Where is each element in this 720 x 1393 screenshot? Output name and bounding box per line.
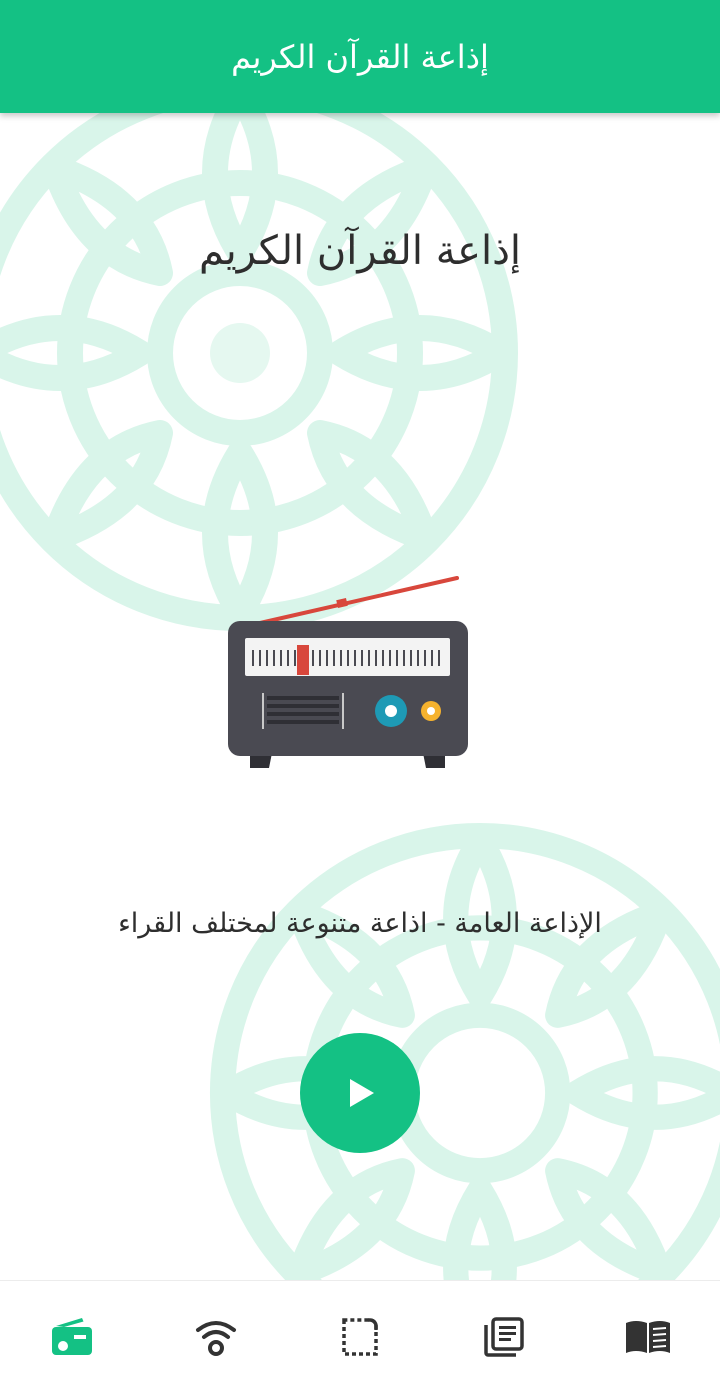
nav-item-wifi[interactable] [144,1281,288,1393]
nav-item-book[interactable] [576,1281,720,1393]
play-button[interactable] [300,1033,420,1153]
app-bar: إذاعة القرآن الكريم [0,0,720,113]
book-icon [626,1321,670,1353]
articles-icon [484,1317,524,1357]
app-bar-title: إذاعة القرآن الكريم [231,37,489,76]
wifi-icon [196,1321,236,1356]
nav-item-radio[interactable] [0,1281,144,1393]
station-title: إذاعة القرآن الكريم [198,228,522,274]
ornament-bottom-decoration [210,823,720,1280]
radio-icon [52,1318,92,1355]
nav-item-crop[interactable] [288,1281,432,1393]
radio-illustration [228,576,468,768]
station-description: الإذاعة العامة - اذاعة متنوعة لمختلف الق… [118,908,602,939]
play-icon [350,1079,374,1107]
crop-icon [342,1318,378,1356]
main-content: إذاعة القرآن الكريم الإذاعة العامة - اذا… [0,113,720,1280]
bottom-navigation [0,1280,720,1393]
nav-item-articles[interactable] [432,1281,576,1393]
